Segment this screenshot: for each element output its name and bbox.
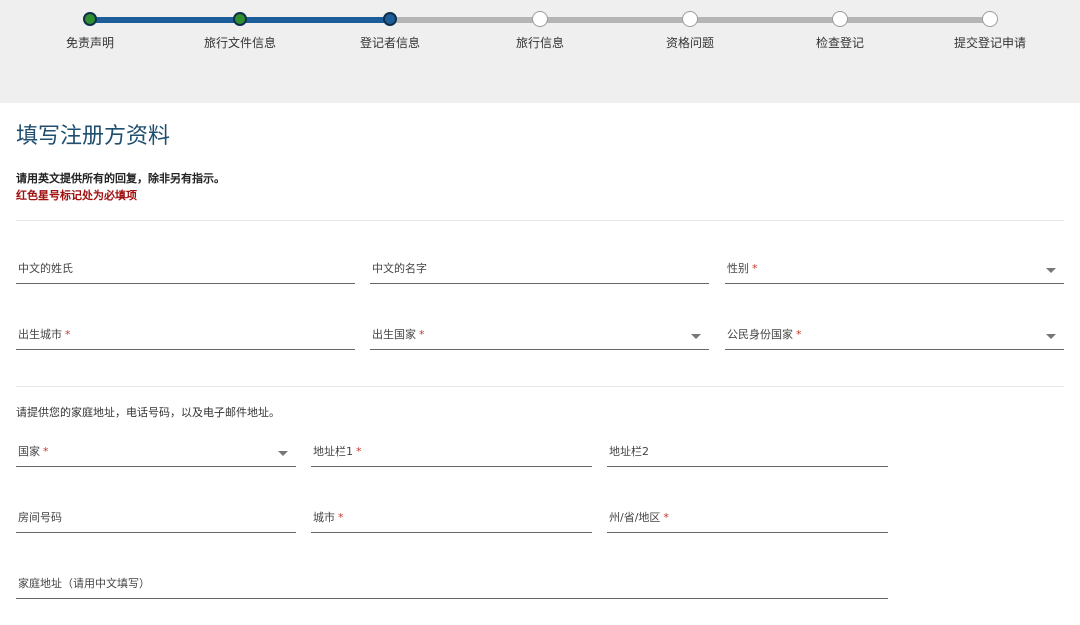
step-submit: 提交登记申请 (915, 12, 1065, 51)
field-label: 出生国家 * (372, 328, 425, 341)
field-label: 中文的姓氏 (18, 262, 73, 275)
step-registrant-info[interactable]: 登记者信息 (315, 12, 465, 51)
progress-stepper: 免责声明 旅行文件信息 登记者信息 旅行信息 资格问题 检查登记 提交登记申请 (0, 0, 1080, 103)
field-label: 公民身份国家 * (727, 328, 802, 341)
step-todo-dot-icon (683, 12, 697, 26)
field-label: 家庭地址（请用中文填写） (18, 577, 150, 590)
field-label: 房间号码 (18, 511, 62, 524)
step-label: 资格问题 (665, 36, 714, 50)
field-label: 州/省/地区 * (609, 511, 669, 524)
chevron-down-icon (278, 451, 288, 456)
given-name-cn-input[interactable]: 中文的名字 (370, 258, 709, 284)
country-select[interactable]: 国家 * (16, 441, 296, 467)
field-label: 性别 * (727, 262, 758, 275)
step-travel-document[interactable]: 旅行文件信息 (165, 12, 315, 51)
required-note: 红色星号标记处为必填项 (16, 189, 137, 202)
required-asterisk: * (663, 511, 669, 524)
field-label: 城市 * (313, 511, 344, 524)
chevron-down-icon (1046, 334, 1056, 339)
required-asterisk: * (796, 328, 802, 341)
field-label: 地址栏1 * (313, 445, 362, 458)
field-label: 中文的名字 (372, 262, 427, 275)
surname-cn-input[interactable]: 中文的姓氏 (16, 258, 355, 284)
required-asterisk: * (356, 445, 362, 458)
step-travel-info: 旅行信息 (465, 12, 615, 51)
step-label: 免责声明 (65, 36, 114, 50)
field-label: 地址栏2 (609, 445, 649, 458)
apartment-input[interactable]: 房间号码 (16, 507, 296, 533)
chevron-down-icon (691, 334, 701, 339)
field-label: 国家 * (18, 445, 49, 458)
step-todo-dot-icon (533, 12, 547, 26)
required-asterisk: * (752, 262, 758, 275)
citizenship-country-select[interactable]: 公民身份国家 * (725, 324, 1064, 350)
step-label: 检查登记 (815, 36, 864, 50)
required-asterisk: * (338, 511, 344, 524)
step-label: 旅行文件信息 (203, 36, 276, 50)
birth-city-input[interactable]: 出生城市 * (16, 324, 355, 350)
step-current-dot-icon (383, 12, 397, 26)
required-asterisk: * (43, 445, 49, 458)
address-line1-input[interactable]: 地址栏1 * (311, 441, 592, 467)
required-asterisk: * (419, 328, 425, 341)
step-disclaimer[interactable]: 免责声明 (15, 12, 165, 51)
page-title: 填写注册方资料 (16, 124, 171, 149)
birth-country-select[interactable]: 出生国家 * (370, 324, 709, 350)
divider (16, 220, 1064, 221)
required-asterisk: * (65, 328, 71, 341)
step-label: 旅行信息 (515, 36, 564, 50)
divider (16, 386, 1064, 387)
chevron-down-icon (1046, 268, 1056, 273)
step-todo-dot-icon (983, 12, 997, 26)
field-label: 出生城市 * (18, 328, 71, 341)
instruction-text: 请用英文提供所有的回复，除非另有指示。 (16, 172, 225, 185)
step-done-dot-icon (233, 12, 247, 26)
step-label: 登记者信息 (359, 36, 420, 50)
step-done-dot-icon (83, 12, 97, 26)
step-eligibility: 资格问题 (615, 12, 765, 51)
step-review: 检查登记 (765, 12, 915, 51)
state-input[interactable]: 州/省/地区 * (607, 507, 888, 533)
step-label: 提交登记申请 (953, 36, 1026, 50)
step-todo-dot-icon (833, 12, 847, 26)
address-line2-input[interactable]: 地址栏2 (607, 441, 888, 467)
city-input[interactable]: 城市 * (311, 507, 592, 533)
gender-select[interactable]: 性别 * (725, 258, 1064, 284)
home-address-cn-input[interactable]: 家庭地址（请用中文填写） (16, 573, 888, 599)
address-section-note: 请提供您的家庭地址，电话号码，以及电子邮件地址。 (16, 406, 280, 419)
